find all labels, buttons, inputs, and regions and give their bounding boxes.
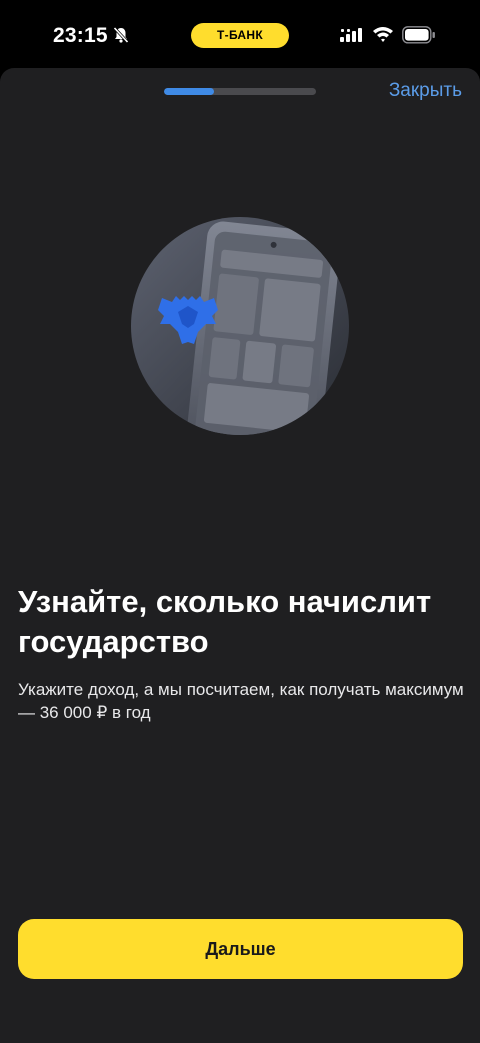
wifi-icon: [372, 25, 394, 48]
phone-illustration: [131, 217, 349, 435]
close-button[interactable]: Закрыть: [389, 80, 462, 102]
phone-icon: [184, 221, 341, 435]
status-time: 23:15: [53, 24, 108, 47]
page-subtitle: Укажите доход, а мы посчитаем, как получ…: [18, 680, 464, 722]
page-title: Узнайте, сколько начислит государство: [18, 584, 432, 659]
progress-bar: [164, 88, 316, 95]
bank-badge: Т-БАНК: [191, 23, 289, 48]
bell-muted-icon: [112, 26, 130, 49]
bottom-sheet: Закрыть Узнайте, сколько начислит госуда…: [0, 68, 480, 1043]
signal-icon: [340, 28, 362, 47]
progress-fill: [164, 88, 215, 95]
status-bar: 23:15 Т-БАНК: [0, 0, 480, 66]
battery-icon: [402, 26, 436, 49]
next-button[interactable]: Дальше: [18, 919, 463, 979]
